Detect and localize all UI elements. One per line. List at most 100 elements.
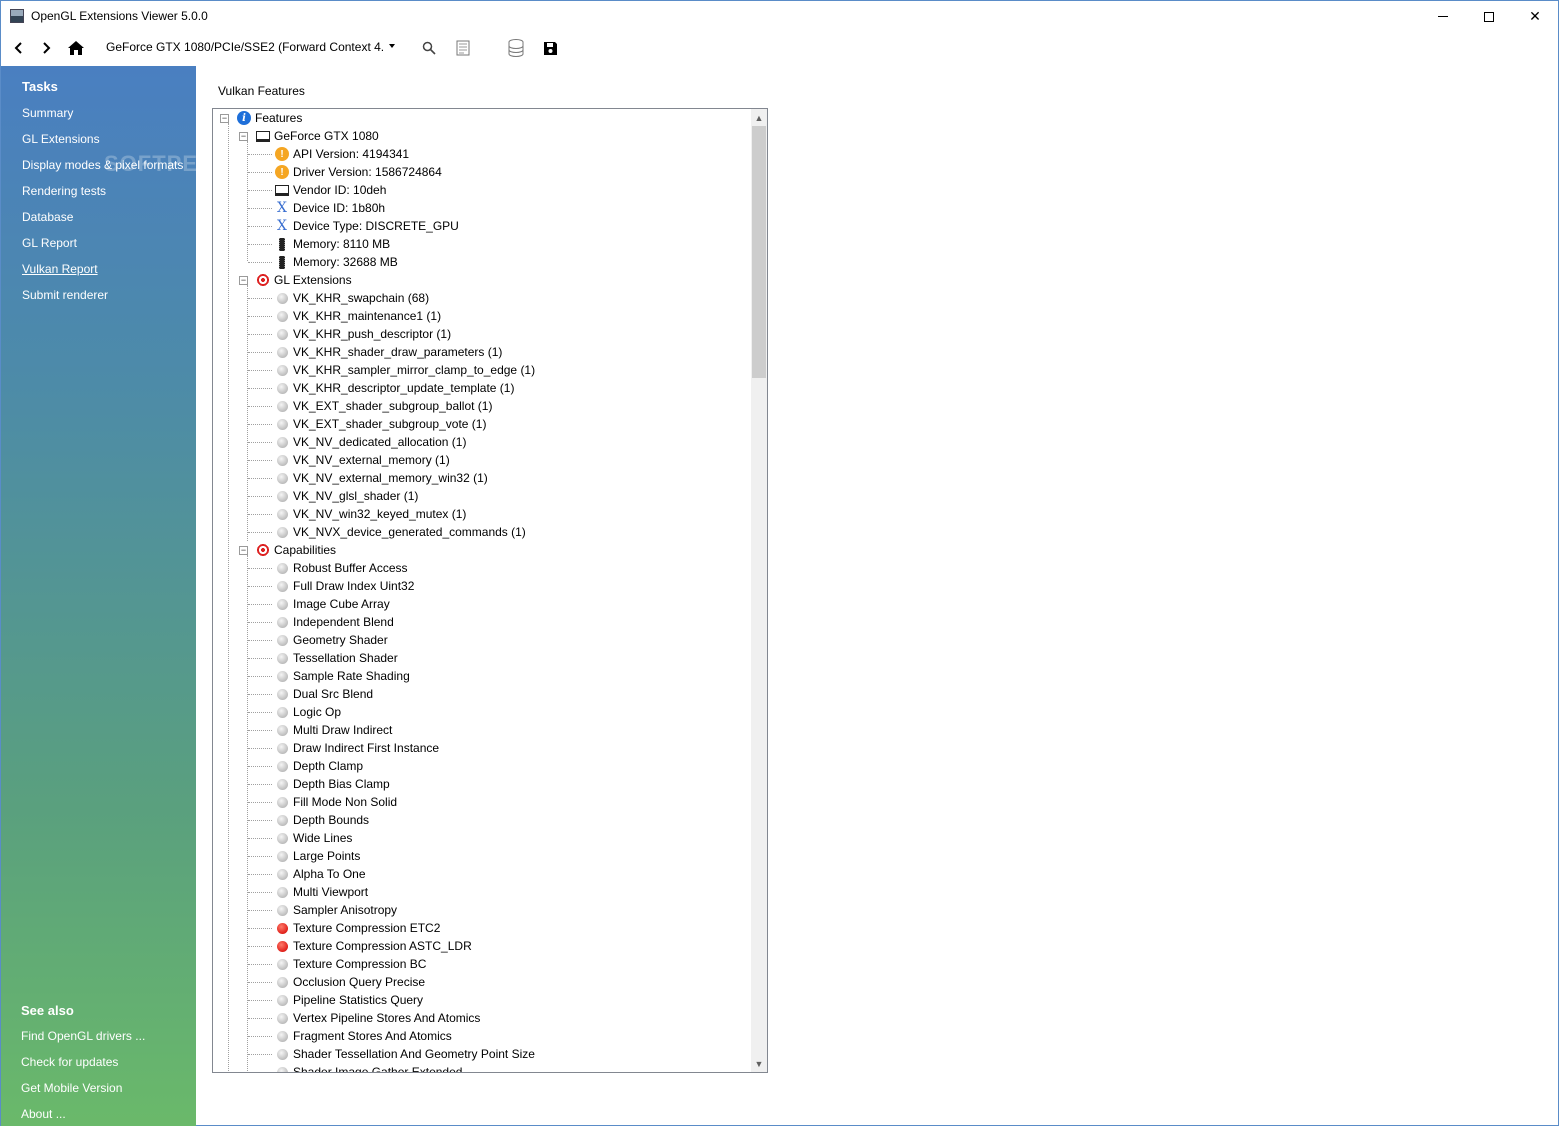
scrollbar-thumb[interactable]: [752, 126, 766, 378]
tree-node-extension[interactable]: VK_KHR_sampler_mirror_clamp_to_edge (1): [275, 361, 535, 379]
tree-node-device-prop[interactable]: Memory: 32688 MB: [275, 253, 398, 271]
tree-node-device-prop[interactable]: X Device Type: DISCRETE_GPU: [275, 217, 459, 235]
forward-button[interactable]: [36, 36, 56, 60]
tree-node-capability[interactable]: Independent Blend: [275, 613, 394, 631]
tree-node-capability[interactable]: Sampler Anisotropy: [275, 901, 397, 919]
database-button[interactable]: [506, 36, 526, 60]
tree-node-capability[interactable]: Multi Draw Indirect: [275, 721, 392, 739]
tree-node-capability[interactable]: Alpha To One: [275, 865, 366, 883]
tree-node-capability[interactable]: Shader Tessellation And Geometry Point S…: [275, 1045, 535, 1063]
sidebar-item-summary[interactable]: Summary: [22, 106, 73, 120]
maximize-button[interactable]: [1466, 1, 1512, 32]
tree-node-capability[interactable]: Texture Compression ETC2: [275, 919, 440, 937]
tree-node-capability[interactable]: Multi Viewport: [275, 883, 368, 901]
tree-node-extension[interactable]: VK_KHR_swapchain (68): [275, 289, 429, 307]
tree-node-label: Pipeline Statistics Query: [293, 993, 424, 1007]
tree-node-label: VK_NV_glsl_shader (1): [293, 489, 419, 503]
report-button[interactable]: [453, 36, 473, 60]
tree-guide-line: [248, 244, 272, 245]
tree-node-extension[interactable]: VK_NV_win32_keyed_mutex (1): [275, 505, 466, 523]
tree-node-capability[interactable]: Texture Compression ASTC_LDR: [275, 937, 472, 955]
tree-icon-slot: [275, 850, 289, 862]
scroll-up-button[interactable]: ▲: [751, 109, 767, 126]
sidebar-item-gl-extensions[interactable]: GL Extensions: [22, 132, 100, 146]
collapse-toggle[interactable]: −: [239, 546, 248, 555]
tree-node-features[interactable]: i Features: [237, 109, 302, 127]
minimize-button[interactable]: [1420, 1, 1466, 32]
features-tree[interactable]: − i Features − GeForce GTX 1080 ! API Ver…: [212, 108, 768, 1073]
tree-node-capability[interactable]: Shader Image Gather Extended: [275, 1063, 462, 1072]
tree-node-extension[interactable]: VK_KHR_push_descriptor (1): [275, 325, 451, 343]
tree-node-device-prop[interactable]: Memory: 8110 MB: [275, 235, 390, 253]
tree-node-device-prop[interactable]: Vendor ID: 10deh: [275, 181, 386, 199]
tree-node-capability[interactable]: Draw Indirect First Instance: [275, 739, 439, 757]
link-check-updates[interactable]: Check for updates: [21, 1055, 118, 1069]
tree-node-capability[interactable]: Image Cube Array: [275, 595, 390, 613]
scroll-down-button[interactable]: ▼: [751, 1055, 767, 1072]
back-button[interactable]: [9, 36, 29, 60]
tree-node-capability[interactable]: Depth Clamp: [275, 757, 363, 775]
tree-node-capability[interactable]: Texture Compression BC: [275, 955, 426, 973]
tree-node-extension[interactable]: VK_KHR_shader_draw_parameters (1): [275, 343, 502, 361]
chevron-up-icon: ▲: [754, 112, 764, 123]
link-find-drivers[interactable]: Find OpenGL drivers ...: [21, 1029, 145, 1043]
sidebar-item-rendering-tests[interactable]: Rendering tests: [22, 184, 106, 198]
device-select[interactable]: GeForce GTX 1080/PCIe/SSE2 (Forward Cont…: [106, 40, 384, 54]
tree-node-extension[interactable]: VK_NV_glsl_shader (1): [275, 487, 418, 505]
tree-node-capability[interactable]: Occlusion Query Precise: [275, 973, 425, 991]
tree-node-capability[interactable]: Fragment Stores And Atomics: [275, 1027, 452, 1045]
sidebar-item-submit-renderer[interactable]: Submit renderer: [22, 288, 108, 302]
tree-node-extension[interactable]: VK_KHR_maintenance1 (1): [275, 307, 441, 325]
tree-node-device-prop[interactable]: ! Driver Version: 1586724864: [275, 163, 442, 181]
tree-node-device[interactable]: GeForce GTX 1080: [256, 127, 379, 145]
tree-node-capability[interactable]: Dual Src Blend: [275, 685, 373, 703]
see-also-heading: See also: [21, 1003, 74, 1018]
sidebar-item-gl-report[interactable]: GL Report: [22, 236, 77, 250]
tree-node-label: Texture Compression ASTC_LDR: [293, 939, 472, 953]
link-about[interactable]: About ...: [21, 1107, 66, 1121]
tree-node-extension[interactable]: VK_EXT_shader_subgroup_ballot (1): [275, 397, 492, 415]
tree-icon-slot: [275, 652, 289, 664]
sidebar-item-database[interactable]: Database: [22, 210, 73, 224]
tree-guide-line: [248, 658, 272, 659]
collapse-toggle[interactable]: −: [220, 114, 229, 123]
tree-node-extension[interactable]: VK_NV_dedicated_allocation (1): [275, 433, 466, 451]
tree-node-device-prop[interactable]: X Device ID: 1b80h: [275, 199, 385, 217]
tree-node-capability[interactable]: Robust Buffer Access: [275, 559, 408, 577]
tree-node-capability[interactable]: Full Draw Index Uint32: [275, 577, 414, 595]
tree-node-capability[interactable]: Sample Rate Shading: [275, 667, 410, 685]
collapse-toggle[interactable]: −: [239, 276, 248, 285]
tree-node-capability[interactable]: Wide Lines: [275, 829, 352, 847]
tree-node-extension[interactable]: VK_EXT_shader_subgroup_vote (1): [275, 415, 486, 433]
collapse-toggle[interactable]: −: [239, 132, 248, 141]
tree-node-device-prop[interactable]: ! API Version: 4194341: [275, 145, 409, 163]
tree-guide-line: [248, 766, 272, 767]
tree-node-gl-extensions[interactable]: GL Extensions: [256, 271, 352, 289]
tree-node-extension[interactable]: VK_KHR_descriptor_update_template (1): [275, 379, 514, 397]
vertical-scrollbar[interactable]: ▲ ▼: [751, 109, 767, 1072]
supported-status-icon: [276, 958, 288, 970]
tree-node-capability[interactable]: Vertex Pipeline Stores And Atomics: [275, 1009, 480, 1027]
tree-icon-slot: !: [275, 147, 289, 161]
tree-node-capability[interactable]: Fill Mode Non Solid: [275, 793, 397, 811]
tree-node-capability[interactable]: Pipeline Statistics Query: [275, 991, 423, 1009]
tree-node-capability[interactable]: Tessellation Shader: [275, 649, 398, 667]
search-button[interactable]: [419, 36, 439, 60]
tree-node-capability[interactable]: Geometry Shader: [275, 631, 388, 649]
link-mobile-version[interactable]: Get Mobile Version: [21, 1081, 122, 1095]
tree-node-capability[interactable]: Large Points: [275, 847, 360, 865]
tree-node-capabilities[interactable]: Capabilities: [256, 541, 336, 559]
close-button[interactable]: ✕: [1512, 1, 1558, 32]
tree-node-extension[interactable]: VK_NV_external_memory_win32 (1): [275, 469, 488, 487]
tree-node-extension[interactable]: VK_NV_external_memory (1): [275, 451, 450, 469]
tree-node-label: Independent Blend: [293, 615, 394, 629]
tree-node-extension[interactable]: VK_NVX_device_generated_commands (1): [275, 523, 526, 541]
home-button[interactable]: [65, 36, 87, 60]
tree-node-capability[interactable]: Depth Bounds: [275, 811, 369, 829]
tree-node-capability[interactable]: Logic Op: [275, 703, 341, 721]
chevron-down-icon[interactable]: [389, 44, 395, 48]
sidebar-item-vulkan-report[interactable]: Vulkan Report: [22, 262, 98, 276]
tree-node-label: Draw Indirect First Instance: [293, 741, 440, 755]
save-button[interactable]: [540, 36, 560, 60]
tree-node-capability[interactable]: Depth Bias Clamp: [275, 775, 390, 793]
